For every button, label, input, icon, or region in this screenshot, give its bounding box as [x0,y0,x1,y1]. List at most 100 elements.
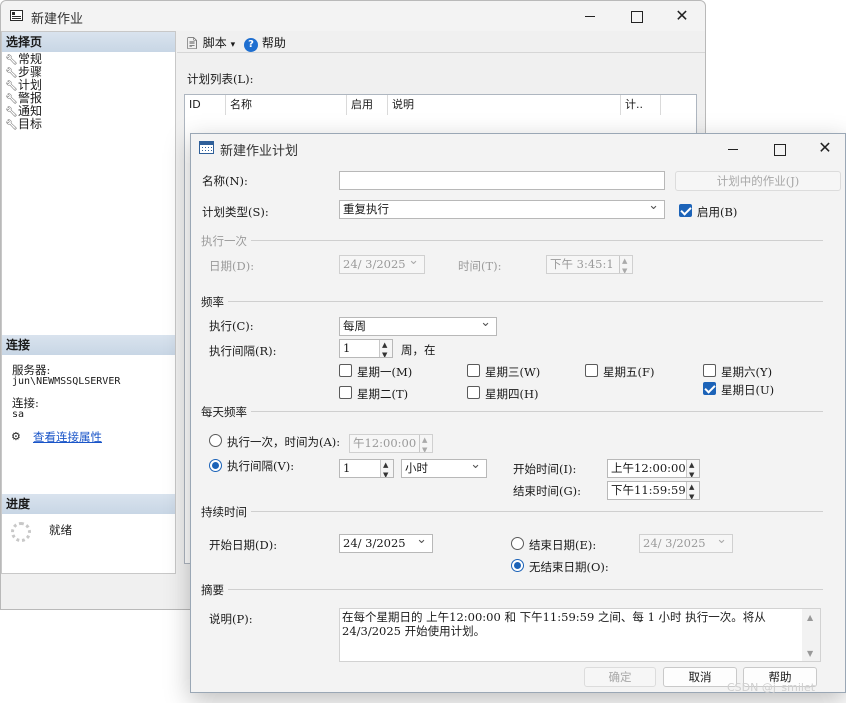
occurs-every-input[interactable]: 1 [339,459,394,478]
view-connection-properties-link[interactable]: 查看连接属性 [33,429,102,445]
schedule-type-select[interactable]: 重复执行 [339,200,665,219]
description-textarea[interactable]: 在每个星期日的 上午12:00:00 和 下午11:59:59 之间、每 1 小… [339,608,821,662]
start-time-value: 上午12:00:00 [611,461,686,475]
dialog-title-bar[interactable]: 新建作业计划 ✕ [191,134,845,162]
occurs-once-radio[interactable] [209,434,222,447]
window-title: 新建作业 [31,12,84,27]
monday-checkbox[interactable] [339,364,352,377]
script-button[interactable]: 📄︎ 脚本 ▾ [185,34,235,51]
friday-checkbox[interactable] [585,364,598,377]
maximize-icon[interactable] [613,1,659,31]
duration-group-title: 持续时间 [201,504,251,520]
nav-item-label: 通知 [18,104,43,118]
end-time-value: 下午11:59:59 [611,483,686,497]
start-time-input[interactable]: 上午12:00:00 [607,459,700,478]
occurs-once-time-input[interactable]: 午12:00:00 [349,434,433,453]
time-spinner-icon[interactable] [686,482,699,499]
connection-header: 连接 [2,335,175,355]
nav-item-label: 目标 [18,117,43,131]
start-date-picker[interactable]: 24/ 3/2025 [339,534,433,553]
one-time-date-picker[interactable]: 24/ 3/2025 [339,255,425,274]
wednesday-checkbox[interactable] [467,364,480,377]
wrench-icon: 🔧︎ [5,120,18,131]
column-header-enabled[interactable]: 启用 [347,95,388,115]
column-header-description[interactable]: 说明 [388,95,621,115]
help-button[interactable]: ? 帮助 [244,34,286,52]
chevron-down-icon[interactable]: ▾ [231,40,236,50]
sunday-checkbox[interactable] [703,382,716,395]
cancel-button[interactable]: 取消 [663,667,737,687]
time-spinner-icon[interactable] [419,435,432,452]
start-time-label: 开始时间(I): [513,462,577,476]
description-line-1: 在每个星期日的 上午12:00:00 和 下午11:59:59 之间、每 1 小… [342,610,766,624]
progress-status: 就绪 [49,523,72,537]
one-time-divider [201,240,823,241]
ok-button[interactable]: 确定 [584,667,656,687]
progress-header: 进度 [2,494,175,514]
connection-properties-icon: ⚙︎ [11,430,21,443]
jobs-in-schedule-button[interactable]: 计划中的作业(J) [675,171,841,191]
description-line-2: 24/3/2025 开始使用计划。 [342,624,486,638]
watermark: CSDN @j_smilet [727,681,816,694]
thursday-checkbox[interactable] [467,386,480,399]
daily-frequency-group-title: 每天频率 [201,404,251,420]
server-value: jun\NEWMSSQLSERVER [12,376,121,387]
nav-item-label: 常规 [18,52,43,66]
close-icon[interactable]: ✕ [802,134,846,162]
schedule-type-label: 计划类型(S): [202,205,269,219]
saturday-label: 星期六(Y) [721,365,773,379]
maximize-icon[interactable] [756,134,802,162]
thursday-label: 星期四(H) [485,387,539,401]
description-label: 说明(P): [209,612,253,626]
no-end-date-radio[interactable] [511,559,524,572]
title-bar[interactable]: 新建作业 ✕ [1,1,705,31]
enabled-checkbox[interactable] [679,204,692,217]
interval-unit-value: 小时 [405,461,428,475]
recurs-every-label: 执行间隔(R): [209,344,277,358]
saturday-checkbox[interactable] [703,364,716,377]
end-time-input[interactable]: 下午11:59:59 [607,481,700,500]
tuesday-checkbox[interactable] [339,386,352,399]
occurs-every-value: 1 [343,461,351,475]
new-job-schedule-dialog: 新建作业计划 ✕ 名称(N): 计划中的作业(J) 计划类型(S): 重复执行 … [190,133,846,693]
column-header-name[interactable]: 名称 [226,95,347,115]
monday-label: 星期一(M) [357,365,413,379]
time-spinner-icon[interactable] [619,256,632,273]
end-time-label: 结束时间(G): [513,484,582,498]
end-date-picker[interactable]: 24/ 3/2025 [639,534,733,553]
close-icon[interactable]: ✕ [659,1,705,31]
friday-label: 星期五(F) [603,365,655,379]
column-header-id[interactable]: ID [185,95,226,115]
left-pane: 选择页 🔧︎ 常规 🔧︎ 步骤 🔧︎ 计划 🔧︎ 警报 🔧︎ 通知 🔧︎ 目标 连接 服务器… [1,31,176,574]
daily-frequency-divider [201,411,823,412]
interval-unit-select[interactable]: 小时 [401,459,487,478]
column-header-jobs[interactable]: 计.. [621,95,661,115]
frequency-divider [201,301,823,302]
occurs-every-radio[interactable] [209,459,222,472]
recurs-spinner-icon[interactable] [379,340,392,357]
recurs-every-value: 1 [343,341,351,355]
end-date-radio[interactable] [511,537,524,550]
scroll-up-icon[interactable]: ▲ [807,611,813,625]
frequency-group-title: 频率 [201,294,228,310]
dialog-title: 新建作业计划 [220,144,299,159]
recurs-every-input[interactable]: 1 [339,339,393,358]
minimize-icon[interactable] [567,1,613,31]
wednesday-label: 星期三(W) [485,365,541,379]
scroll-down-icon[interactable]: ▼ [807,647,813,661]
one-time-time-value: 下午 3:45:1 [550,257,614,271]
nav-item-targets[interactable]: 🔧︎ 目标 [2,117,175,132]
time-spinner-icon[interactable] [686,460,699,477]
script-icon: 📄︎ [185,37,199,50]
occurs-select[interactable]: 每周 [339,317,497,336]
sunday-label: 星期日(U) [721,383,775,397]
description-scrollbar[interactable]: ▲ ▼ [802,609,820,661]
interval-spinner-icon[interactable] [380,460,393,477]
select-page-list: 🔧︎ 常规 🔧︎ 步骤 🔧︎ 计划 🔧︎ 警报 🔧︎ 通知 🔧︎ 目标 [2,52,175,132]
one-time-date-value: 24/ 3/2025 [343,257,406,271]
help-icon: ? [244,38,258,52]
minimize-icon[interactable] [710,134,756,162]
nav-item-label: 计划 [18,78,43,92]
one-time-time-input[interactable]: 下午 3:45:1 [546,255,633,274]
name-input[interactable] [339,171,665,190]
